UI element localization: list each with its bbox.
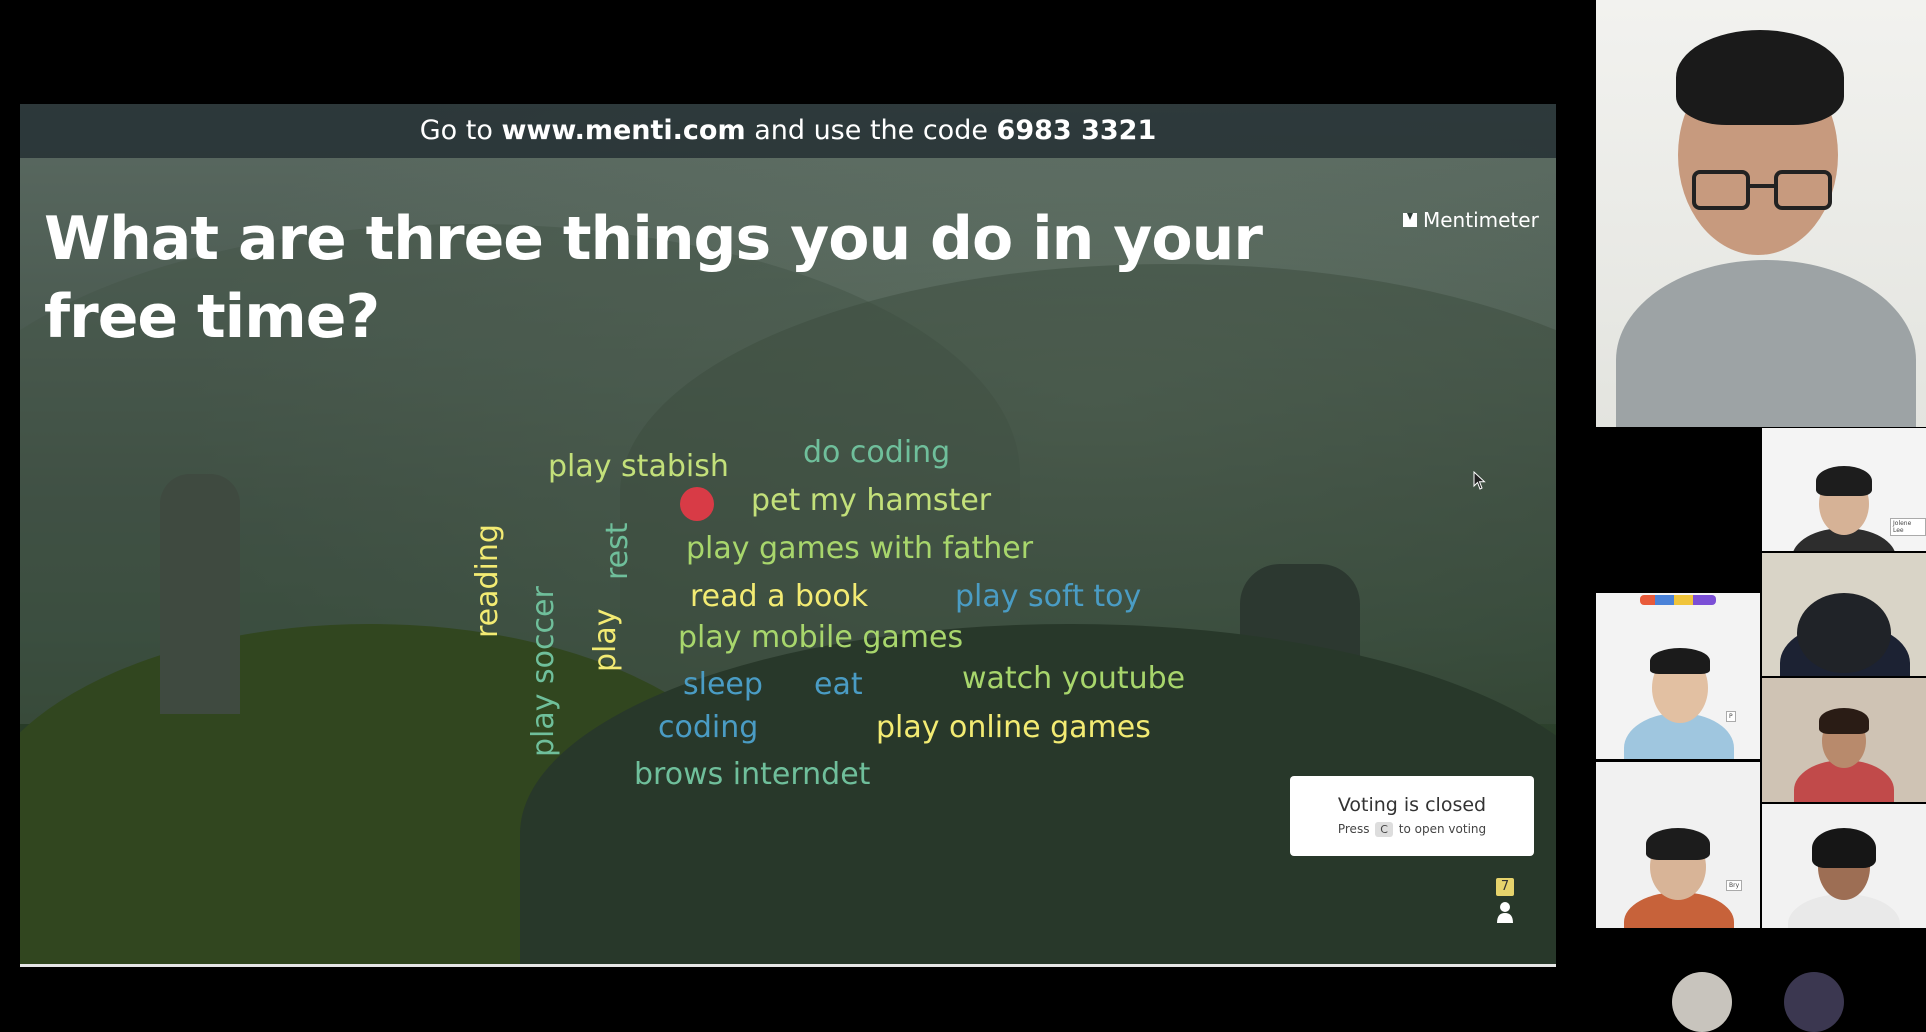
voting-status: Voting is closed [1337, 794, 1487, 816]
banner-middle: and use the code [745, 115, 997, 146]
speaker-video-tile[interactable] [1596, 0, 1926, 427]
word-cloud-item: reading [470, 524, 505, 638]
participant-video-tile[interactable] [1762, 804, 1926, 928]
participant-video-tile[interactable] [1762, 678, 1926, 802]
word-cloud-item: sleep [683, 667, 763, 702]
participant-hair [1646, 828, 1710, 860]
participant-hair [1819, 708, 1869, 734]
brand-name: Mentimeter [1423, 208, 1539, 232]
word-cloud-item: do coding [803, 435, 951, 470]
participant-name-label: Jolene Lee [1890, 518, 1926, 536]
word-cloud-item: brows interndet [634, 757, 871, 792]
word-cloud-item: read a book [690, 579, 869, 614]
speaker-body [1616, 260, 1916, 427]
participant-name-label: Bry [1726, 880, 1743, 891]
open-voting-key[interactable]: C [1375, 822, 1393, 837]
word-cloud-item: rest [600, 522, 635, 580]
join-instructions-banner: Go to www.menti.com and use the code 698… [20, 104, 1556, 158]
word-cloud-item: pet my hamster [751, 483, 992, 518]
speaker-hair [1676, 30, 1844, 125]
word-cloud-item: play games with father [686, 531, 1034, 566]
person-icon [1496, 901, 1514, 923]
word-cloud-item: play stabish [548, 449, 729, 484]
voting-hint-post: to open voting [1398, 822, 1487, 836]
app-icons-strip [1640, 595, 1716, 605]
word-cloud-item: play mobile games [678, 620, 964, 655]
participant-hair [1812, 828, 1876, 868]
participant-video-tile[interactable]: Jolene Lee [1762, 428, 1926, 551]
participant-video-tile[interactable]: P [1596, 593, 1760, 759]
word-cloud-item: watch youtube [962, 661, 1186, 696]
background-rock [160, 474, 240, 714]
pointer-highlight-dot [680, 487, 714, 521]
voting-hint-pre: Press [1337, 822, 1370, 836]
banner-url: www.menti.com [501, 115, 746, 146]
headphones-icon [1797, 593, 1891, 673]
word-cloud-item: play soft toy [955, 579, 1142, 614]
word-cloud-item: play soccer [526, 586, 561, 757]
avatar[interactable] [1784, 972, 1844, 1032]
avatar[interactable] [1672, 972, 1732, 1032]
participant-video-tile[interactable]: Bry [1596, 762, 1760, 928]
glasses-icon [1692, 170, 1832, 210]
word-cloud-item: coding [658, 710, 759, 745]
word-cloud-item: play [588, 608, 623, 672]
participant-hair [1816, 466, 1872, 496]
word-cloud-item: play online games [876, 710, 1151, 745]
participant-video-tile[interactable] [1762, 553, 1926, 676]
voting-status-box: Voting is closed Press C to open voting [1290, 776, 1534, 856]
question-title: What are three things you do in your fre… [44, 204, 1263, 352]
presentation-slide: Go to www.menti.com and use the code 698… [20, 104, 1556, 964]
participant-name-label: P [1726, 711, 1736, 722]
slide-bottom-divider [20, 964, 1556, 967]
voting-hint: Press C to open voting [1290, 822, 1534, 837]
word-cloud-item: eat [814, 667, 863, 702]
banner-prefix: Go to [419, 115, 502, 146]
mentimeter-brand: Mentimeter [1403, 208, 1539, 232]
mentimeter-logo-icon [1403, 213, 1417, 227]
participant-hair [1650, 648, 1710, 674]
banner-code: 6983 3321 [996, 115, 1157, 146]
participant-count-badge: 7 [1496, 878, 1514, 896]
